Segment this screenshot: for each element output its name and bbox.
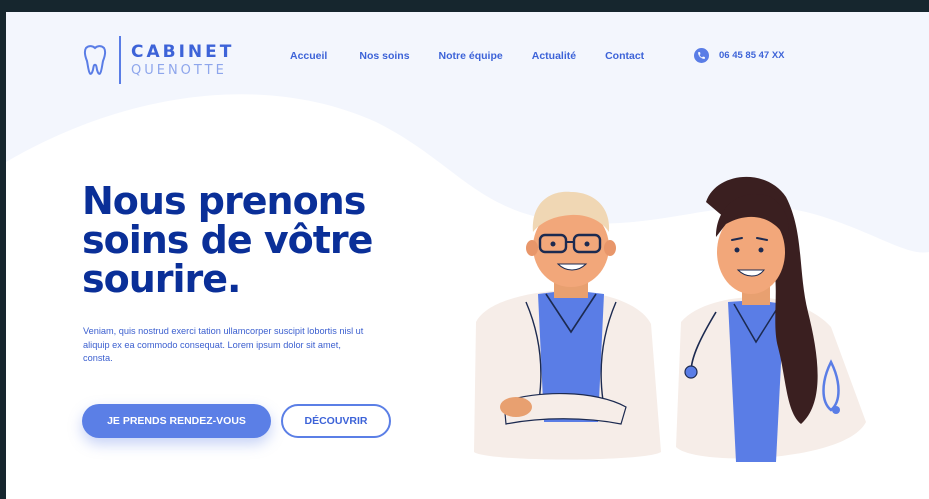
brand-logo[interactable]: CABINET QUENOTTE	[83, 36, 234, 84]
page: CABINET QUENOTTE Accueil Nos soins Notre…	[6, 12, 929, 499]
nav-item-notre-equipe[interactable]: Notre équipe	[439, 50, 503, 62]
dentists-illustration	[474, 176, 866, 462]
appointment-button[interactable]: JE PRENDS RENDEZ-VOUS	[82, 404, 271, 438]
hero-title-line-3: sourire.	[82, 257, 241, 301]
main-nav: Accueil Nos soins Notre équipe Actualité…	[290, 50, 644, 62]
hero-title-line-1: Nous prenons	[82, 179, 366, 223]
brand-subtitle: QUENOTTE	[131, 62, 227, 78]
phone-number: 06 45 85 47 XX	[719, 50, 785, 61]
discover-button[interactable]: DÉCOUVRIR	[281, 404, 391, 438]
male-doctor-illustration	[474, 191, 661, 460]
hero-title-line-2: soins de vôtre	[82, 218, 373, 262]
nav-item-accueil[interactable]: Accueil	[290, 50, 327, 62]
hero-title: Nous prenons soins de vôtre sourire.	[82, 182, 402, 299]
phone-contact[interactable]: 06 45 85 47 XX	[694, 48, 785, 63]
hero-description: Veniam, quis nostrud exerci tation ullam…	[83, 326, 364, 363]
nav-item-nos-soins[interactable]: Nos soins	[359, 50, 409, 62]
nav-item-contact[interactable]: Contact	[605, 50, 644, 62]
female-doctor-illustration	[676, 176, 866, 462]
logo-divider	[119, 36, 121, 84]
nav-item-actualite[interactable]: Actualité	[532, 50, 576, 62]
brand-title: CABINET	[131, 41, 235, 62]
phone-icon	[694, 48, 709, 63]
tooth-icon	[83, 45, 107, 75]
